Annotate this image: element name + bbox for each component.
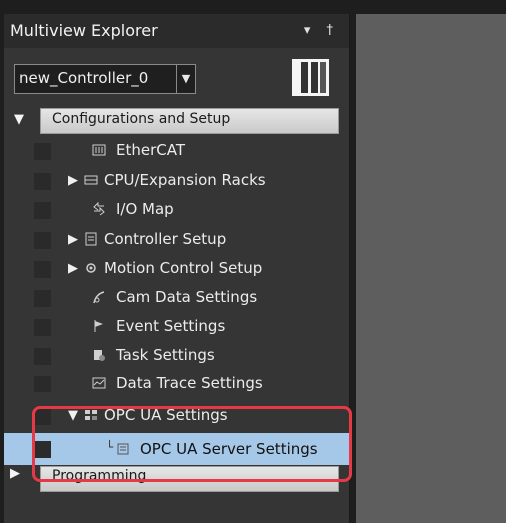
tree-item-io-map[interactable]: I/O Map [4,196,349,224]
expand-down-icon[interactable]: ▼ [14,112,24,127]
tree-item-task-settings[interactable]: Task Settings [4,342,349,370]
tree-item-cpu-racks[interactable]: ▶ CPU/Expansion Racks [4,167,349,195]
io-map-icon [93,202,105,216]
controller-device-icon[interactable] [292,59,329,96]
ethercat-icon [92,144,106,156]
app-frame: Multiview Explorer ▾ † new_Controller_0 … [0,0,506,523]
tree-item-data-trace[interactable]: Data Trace Settings [4,370,349,392]
editor-area [356,14,506,523]
controller-setup-icon [85,232,97,246]
tree-item-label: Data Trace Settings [116,374,263,392]
item-checkbox[interactable] [34,290,51,307]
tree-item-label: I/O Map [116,200,174,218]
item-checkbox[interactable] [34,232,51,249]
flag-icon [94,320,103,332]
tree-item-label: Motion Control Setup [104,259,263,277]
trace-icon [92,377,106,389]
tree-item-label: Cam Data Settings [116,288,258,306]
expand-right-icon[interactable]: ▶ [68,232,78,247]
controller-select[interactable]: new_Controller_0 ▼ [14,64,196,94]
expand-right-icon[interactable]: ▶ [68,173,78,188]
item-checkbox[interactable] [34,348,51,365]
panel-title: Multiview Explorer [10,21,158,40]
gear-icon [86,263,96,273]
expand-right-icon[interactable]: ▶ [10,466,20,481]
section-configurations[interactable]: ▼ Configurations and Setup [4,106,349,134]
item-checkbox[interactable] [34,319,51,336]
tree-item-label: Event Settings [116,317,226,335]
task-icon [94,350,105,361]
controller-name: new_Controller_0 [19,69,149,87]
panel-title-bar: Multiview Explorer ▾ † [4,14,349,48]
tree-item-ethercat[interactable]: EtherCAT [4,137,349,165]
item-checkbox[interactable] [34,261,51,278]
multiview-explorer-panel: Multiview Explorer ▾ † new_Controller_0 … [4,14,352,523]
item-checkbox[interactable] [34,202,51,219]
tree-item-cam-data[interactable]: Cam Data Settings [4,284,349,312]
item-checkbox[interactable] [34,376,51,392]
item-checkbox[interactable] [34,143,51,160]
highlight-callout [32,406,352,482]
tree-item-event-settings[interactable]: Event Settings [4,313,349,341]
chevron-down-icon[interactable]: ▼ [176,65,195,93]
tree-item-label: Task Settings [116,346,215,364]
pin-icon[interactable]: ▾ † [304,14,339,48]
tree-item-label: Controller Setup [104,230,227,248]
cam-icon [93,291,105,304]
expand-right-icon[interactable]: ▶ [68,261,78,276]
tree-item-label: CPU/Expansion Racks [104,171,266,189]
rack-icon [84,175,98,185]
section-configurations-label: Configurations and Setup [52,111,231,127]
tree-item-label: EtherCAT [116,141,185,159]
tree-item-motion-control[interactable]: ▶ Motion Control Setup [4,255,349,283]
item-checkbox[interactable] [34,173,51,190]
tree-item-controller-setup[interactable]: ▶ Controller Setup [4,226,349,254]
